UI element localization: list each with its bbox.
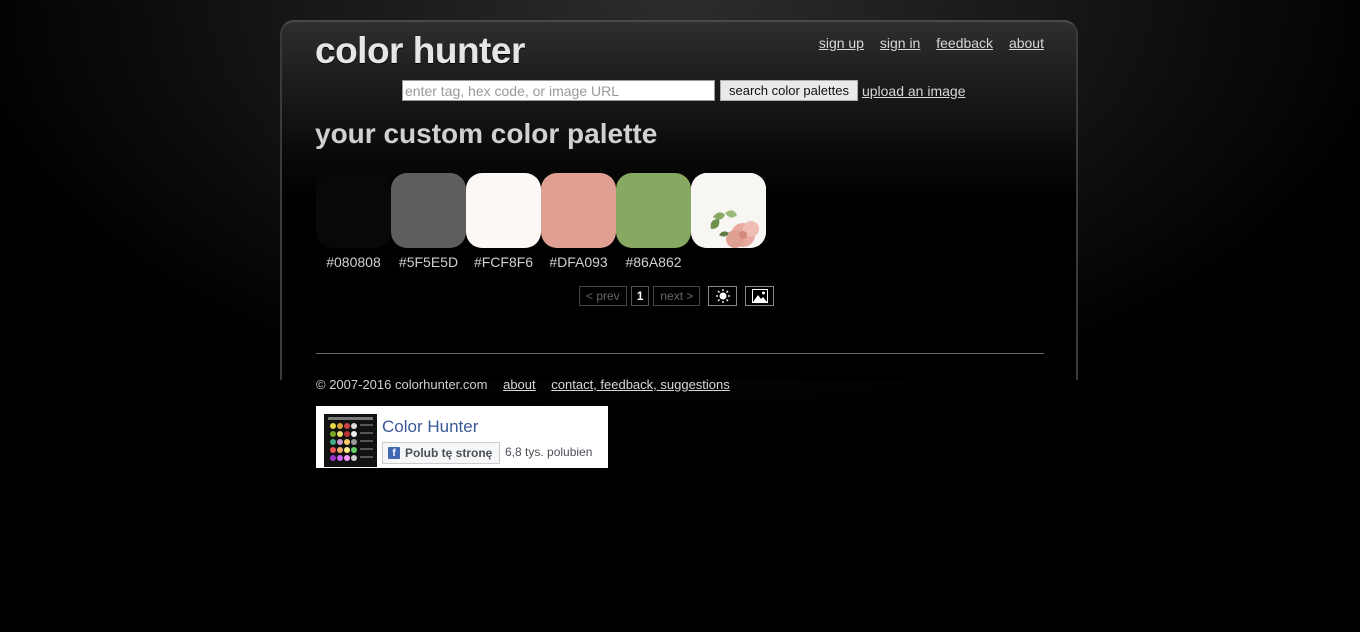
picture-icon xyxy=(751,289,768,303)
flower-image xyxy=(691,173,766,248)
swatch-chip[interactable] xyxy=(391,173,466,248)
swatch-chip[interactable] xyxy=(316,173,391,248)
about-link[interactable]: about xyxy=(1009,35,1044,51)
swatch-chip[interactable] xyxy=(616,173,691,248)
site-logo[interactable]: color hunter xyxy=(315,30,525,72)
source-image[interactable] xyxy=(691,173,766,248)
swatch[interactable]: #080808 xyxy=(316,173,391,270)
page-preview-image xyxy=(324,414,377,467)
swatch-hex: #86A862 xyxy=(625,254,682,270)
swatch-hex: #DFA093 xyxy=(549,254,608,270)
swatch-hex: #FCF8F6 xyxy=(473,254,534,270)
facebook-page-thumbnail[interactable] xyxy=(324,414,377,467)
facebook-like-box: Color Hunter f Polub tę stronę 6,8 tys. … xyxy=(316,406,608,468)
image-icon[interactable] xyxy=(745,286,775,306)
copyright-text: © 2007-2016 colorhunter.com xyxy=(316,377,488,392)
page-title: your custom color palette xyxy=(315,118,658,149)
footer: © 2007-2016 colorhunter.com about contac… xyxy=(316,377,730,392)
footer-about-link[interactable]: about xyxy=(503,377,536,392)
next-page-button[interactable]: next > xyxy=(653,286,701,306)
like-button-label: Polub tę stronę xyxy=(405,446,493,460)
swatch[interactable]: #86A862 xyxy=(616,173,691,270)
swatch-chip[interactable] xyxy=(541,173,616,248)
swatch[interactable]: #5F5E5D xyxy=(391,173,466,270)
footer-contact-link[interactable]: contact, feedback, suggestions xyxy=(551,377,730,392)
current-page[interactable]: 1 xyxy=(630,286,650,306)
prev-page-button[interactable]: < prev xyxy=(579,286,627,306)
swatch-hex: #5F5E5D xyxy=(398,254,459,270)
search-bar: search color palettes upload an image xyxy=(402,80,965,101)
search-input[interactable] xyxy=(402,80,715,101)
swatch-hex: #080808 xyxy=(326,254,381,270)
facebook-icon: f xyxy=(388,447,400,459)
swatch[interactable]: #FCF8F6 xyxy=(466,173,541,270)
footer-divider xyxy=(316,353,1044,354)
feedback-link[interactable]: feedback xyxy=(936,35,993,51)
swatch[interactable]: #DFA093 xyxy=(541,173,616,270)
sun-icon xyxy=(715,289,730,303)
brightness-icon[interactable] xyxy=(708,286,738,306)
swatch-chip[interactable] xyxy=(466,173,541,248)
facebook-like-button[interactable]: f Polub tę stronę xyxy=(382,442,501,464)
upload-image-link[interactable]: upload an image xyxy=(862,83,966,99)
search-button[interactable]: search color palettes xyxy=(720,80,858,101)
sign-in-link[interactable]: sign in xyxy=(880,35,920,51)
facebook-page-name[interactable]: Color Hunter xyxy=(382,417,478,437)
sign-up-link[interactable]: sign up xyxy=(819,35,864,51)
like-count: 6,8 tys. polubien xyxy=(505,445,593,459)
palette-swatches: #080808 #5F5E5D #FCF8F6 #DFA093 #86A862 xyxy=(316,173,766,270)
source-image-thumbnail[interactable] xyxy=(691,173,766,270)
top-navigation: sign up sign in feedback about xyxy=(807,35,1044,51)
pagination: < prev 1 next > xyxy=(579,286,778,306)
